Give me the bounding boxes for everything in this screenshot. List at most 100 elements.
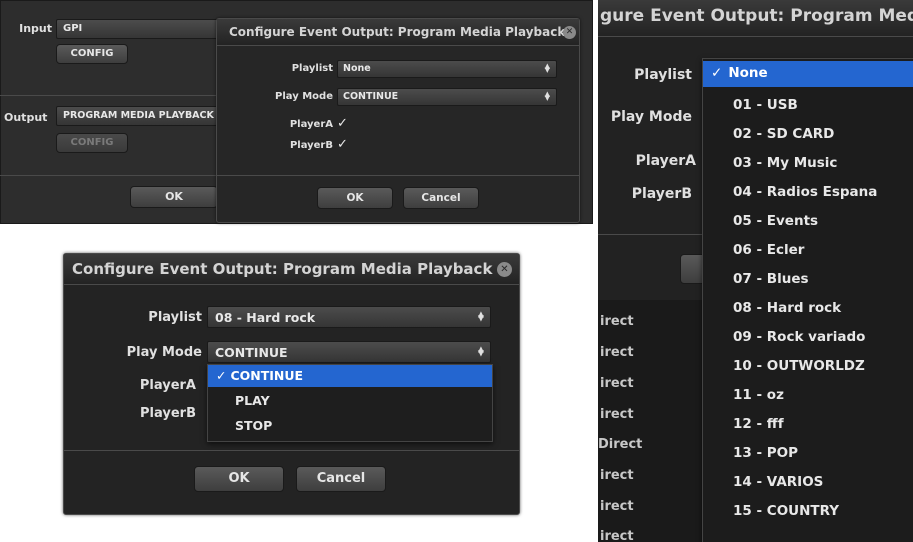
divider [0,95,220,96]
playmode-label: Play Mode [610,109,692,125]
playerB-label: PlayerB [631,186,692,202]
playlist-option[interactable]: 06 - Ecler [703,238,913,264]
playerB-label: PlayerB [140,406,196,421]
divider [64,450,519,451]
playlist-option[interactable]: 04 - Radios Espana [703,180,913,206]
playmode-select[interactable]: CONTINUE ▲ ▼ [337,88,557,106]
option-label: 15 - COUNTRY [733,503,840,519]
playlist-option[interactable]: ✓ None [703,61,913,87]
playmode-option-stop[interactable]: STOP [208,415,492,437]
playlist-option[interactable]: 11 - oz [703,383,913,409]
close-icon[interactable]: ✕ [497,262,512,277]
playlist-option[interactable]: 10 - OUTWORLDZ [703,354,913,380]
check-icon: ✓ [711,65,723,81]
playerA-label: PlayerA [289,119,333,130]
playlist-label: Playlist [291,63,333,74]
dialog-titlebar: gure Event Output: Program Med [598,0,913,36]
configure-dialog-2: Configure Event Output: Program Media Pl… [63,253,520,515]
configure-dialog-1: Configure Event Output: Program Media Pl… [216,18,580,223]
list-item: irect [600,529,634,542]
playmode-select[interactable]: CONTINUE ▲ ▼ [207,341,491,363]
list-item: irect [600,345,634,360]
divider [598,234,708,235]
input-field-value: GPI [63,23,83,34]
background-list: irect irect irect irect Direct irect ire… [598,300,708,542]
option-label: CONTINUE [230,368,304,383]
playmode-select-value: CONTINUE [215,345,288,360]
playlist-option[interactable]: 14 - VARIOS [703,470,913,496]
playlist-option[interactable]: 03 - My Music [703,151,913,177]
select-arrows-icon: ▲ ▼ [477,344,484,358]
playmode-option-continue[interactable]: ✓ CONTINUE [208,365,492,387]
dialog-titlebar: Configure Event Output: Program Media Pl… [217,19,579,45]
option-label: 14 - VARIOS [733,474,824,490]
option-label: None [728,65,768,81]
divider [64,284,519,285]
cancel-button[interactable]: Cancel [296,466,386,492]
playlist-label: Playlist [634,67,692,83]
list-item: irect [600,499,634,514]
playmode-select-value: CONTINUE [343,91,399,102]
playlist-option[interactable]: 05 - Events [703,209,913,235]
playlist-option[interactable]: 08 - Hard rock [703,296,913,322]
close-icon[interactable]: ✕ [563,26,576,39]
divider [217,175,579,176]
option-label: 04 - Radios Espana [733,184,878,200]
playerA-label: PlayerA [139,378,196,393]
option-label: 11 - oz [733,387,784,403]
playerB-checkbox[interactable]: ✓ [337,137,348,152]
ok-button[interactable]: OK [194,466,284,492]
playlist-option[interactable]: 01 - USB [703,93,913,119]
dialog-title: Configure Event Output: Program Media Pl… [72,260,493,278]
playlist-select[interactable]: None ▲ ▼ [337,60,557,78]
output-field[interactable]: PROGRAM MEDIA PLAYBACK [56,106,226,126]
playerA-checkbox[interactable]: ✓ [337,116,348,131]
option-label: 02 - SD CARD [733,126,835,142]
option-label: 10 - OUTWORLDZ [733,358,865,374]
playlist-select[interactable]: 08 - Hard rock ▲ ▼ [207,306,491,328]
cancel-button[interactable]: Cancel [403,187,479,209]
playerA-label: PlayerA [635,153,696,169]
divider [217,45,579,46]
output-label: Output [4,111,48,124]
option-label: 06 - Ecler [733,242,805,258]
playlist-option[interactable]: 15 - COUNTRY [703,499,913,525]
input-config-button[interactable]: CONFIG [56,44,128,64]
playlist-option[interactable]: 12 - fff [703,412,913,438]
ok-button[interactable]: OK [317,187,393,209]
option-label: STOP [235,418,273,433]
list-item: irect [600,376,634,391]
option-label: 07 - Blues [733,271,809,287]
playmode-option-play[interactable]: PLAY [208,390,492,412]
select-arrows-icon: ▲ ▼ [544,90,550,102]
dialog-titlebar: Configure Event Output: Program Media Pl… [64,254,519,284]
dialog-title: gure Event Output: Program Med [600,6,913,26]
dialog-title: Configure Event Output: Program Media Pl… [229,25,566,39]
crop3-panel: gure Event Output: Program Med Playlist … [598,0,913,542]
playlist-select-value: 08 - Hard rock [215,310,316,325]
divider [598,36,913,37]
list-item: irect [600,314,634,329]
playlist-select-value: None [343,63,371,74]
playlist-option[interactable]: 02 - SD CARD [703,122,913,148]
option-label: PLAY [235,393,270,408]
list-item: Direct [598,437,643,452]
playmode-label: Play Mode [275,91,333,102]
bg-ok-button[interactable]: OK [130,186,218,208]
playmode-dropdown-menu: ✓ CONTINUE PLAY STOP [207,364,493,442]
list-item: irect [600,407,634,422]
playerB-label: PlayerB [289,140,333,151]
playmode-label: Play Mode [126,345,202,360]
input-label: Input [19,22,52,35]
divider [0,175,220,176]
option-label: 09 - Rock variado [733,329,866,345]
output-config-button: CONFIG [56,133,128,153]
option-label: 05 - Events [733,213,819,229]
select-arrows-icon: ▲ ▼ [477,309,484,323]
input-field[interactable]: GPI [56,19,226,39]
option-label: 08 - Hard rock [733,300,842,316]
playlist-option[interactable]: 13 - POP [703,441,913,467]
select-arrows-icon: ▲ ▼ [544,62,550,74]
playlist-option[interactable]: 07 - Blues [703,267,913,293]
playlist-option[interactable]: 09 - Rock variado [703,325,913,351]
